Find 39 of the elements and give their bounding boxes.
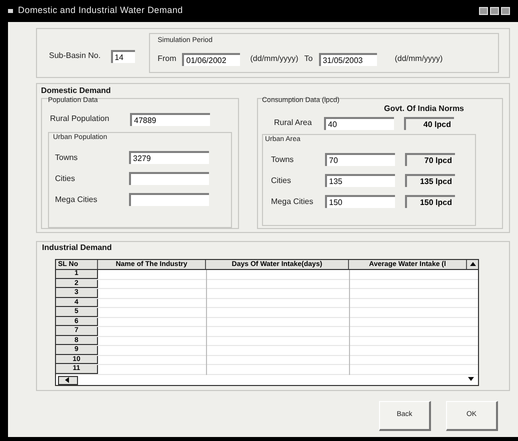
field-label: Cities [271, 174, 292, 186]
norms-title: Govt. Of India Norms [384, 103, 464, 115]
field-label: Sub-Basin No. [49, 50, 101, 62]
maximize-button[interactable] [490, 7, 499, 15]
minimize-button[interactable] [479, 7, 488, 15]
field-label: (dd/mm/yyyy) [250, 53, 298, 65]
field-label: (dd/mm/yyyy) [394, 53, 443, 65]
norm-value: 135 lpcd [405, 174, 455, 187]
input-field[interactable]: 01/06/2002 [182, 52, 240, 66]
left-arrow-icon [64, 376, 72, 384]
scroll-left-button[interactable] [58, 376, 78, 384]
input-field[interactable]: 3279 [129, 151, 209, 164]
norm-value: 70 lpcd [405, 153, 455, 166]
window-icon [8, 9, 13, 13]
window-title: Domestic and Industrial Water Demand [18, 4, 183, 18]
input-field[interactable]: 14 [110, 50, 135, 62]
input-field[interactable]: 40 [324, 116, 394, 130]
field-label: Cities [55, 172, 76, 184]
field-label: Rural Area [274, 117, 313, 129]
field-label: Towns [271, 154, 295, 166]
section-title: Domestic Demand [41, 85, 112, 96]
input-field[interactable]: 47889 [130, 112, 210, 126]
field-label: Rural Population [50, 113, 110, 125]
close-button[interactable] [501, 7, 510, 15]
field-label: To [304, 53, 313, 65]
scroll-up-icon [468, 260, 476, 268]
section-title: Industrial Demand [42, 242, 113, 254]
field-label: Towns [55, 152, 79, 164]
input-field[interactable]: 150 [325, 195, 395, 208]
input-field[interactable]: 70 [325, 153, 395, 166]
input-field[interactable] [129, 172, 209, 185]
norm-value: 40 lpcd [404, 116, 454, 130]
input-field[interactable]: 135 [325, 174, 395, 187]
field-label: From [158, 53, 176, 65]
field-label: Mega Cities [271, 196, 314, 208]
input-field[interactable]: 31/05/2003 [318, 52, 377, 66]
norm-value: 150 lpcd [405, 195, 455, 208]
field-label: Mega Cities [55, 194, 98, 206]
input-field[interactable] [129, 193, 209, 206]
